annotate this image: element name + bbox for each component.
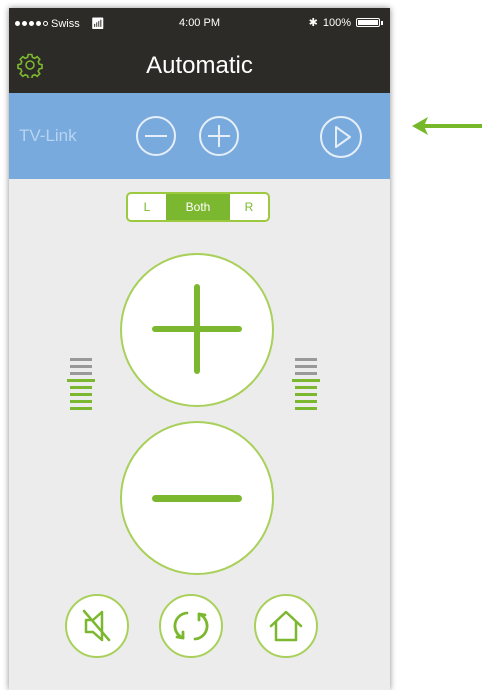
tv-link-label: TV-Link xyxy=(19,126,77,145)
minus-icon xyxy=(152,495,242,502)
side-selector: L Both R xyxy=(126,192,270,222)
bluetooth-icon: ✱ xyxy=(308,17,318,29)
battery-indicator: ✱ 100% xyxy=(308,16,383,29)
mute-button[interactable] xyxy=(65,594,129,658)
home-button[interactable] xyxy=(254,594,318,658)
side-right-option[interactable]: R xyxy=(230,194,268,220)
plus-icon xyxy=(152,284,242,374)
volume-up-button[interactable] xyxy=(120,253,274,407)
right-volume-level xyxy=(292,358,320,414)
tv-play-button[interactable] xyxy=(319,115,365,161)
status-bar: Swiss 📶︎ 4:00 PM ✱ 100% xyxy=(9,8,390,38)
program-title: Automatic xyxy=(146,52,253,79)
cycle-icon xyxy=(173,611,209,641)
side-left-option[interactable]: L xyxy=(128,194,166,220)
volume-down-button[interactable] xyxy=(120,421,274,575)
battery-icon xyxy=(356,18,383,27)
tv-link-bar: TV-Link xyxy=(9,93,390,179)
program-switch-button[interactable] xyxy=(159,594,223,658)
title-bar: Automatic xyxy=(9,38,390,93)
home-icon xyxy=(269,610,303,642)
mute-icon xyxy=(82,609,111,642)
phone-screen: Swiss 📶︎ 4:00 PM ✱ 100% Automatic TV-Lin… xyxy=(9,8,390,690)
battery-percent: 100% xyxy=(322,16,351,29)
tv-volume-up-button[interactable] xyxy=(198,115,242,157)
side-both-option[interactable]: Both xyxy=(166,194,230,220)
left-volume-level xyxy=(67,358,95,414)
arrow-left-icon xyxy=(412,117,482,135)
tv-volume-down-button[interactable] xyxy=(135,115,201,157)
